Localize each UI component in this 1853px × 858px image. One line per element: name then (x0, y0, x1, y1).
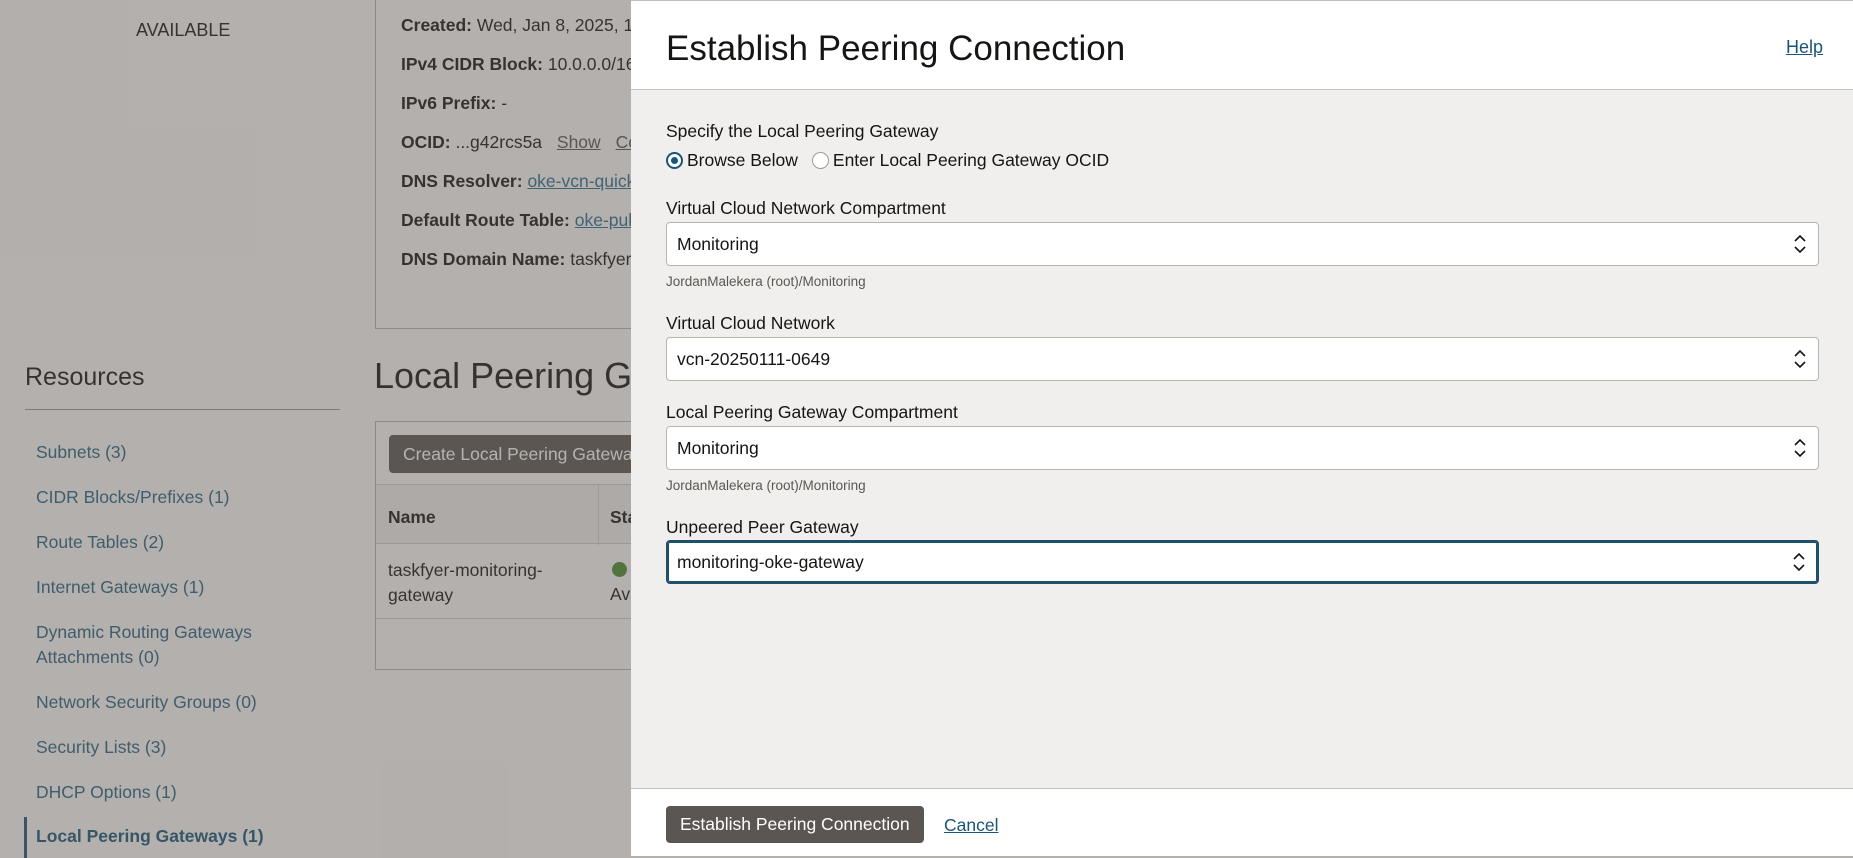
vcn-compartment-label: Virtual Cloud Network Compartment (666, 198, 946, 218)
unpeered-gateway-select[interactable]: monitoring-oke-gateway (666, 540, 1819, 584)
lpg-compartment-select[interactable]: Monitoring (666, 426, 1819, 470)
panel-title: Establish Peering Connection (666, 29, 1126, 68)
specify-lpg-radio-group: Browse Below Enter Local Peering Gateway… (666, 149, 1123, 171)
vcn-select[interactable]: vcn-20250111-0649 (666, 337, 1819, 381)
panel-footer: Establish Peering Connection Cancel (631, 788, 1853, 856)
radio-enter-ocid[interactable]: Enter Local Peering Gateway OCID (811, 150, 1109, 171)
radio-selected-icon (666, 151, 683, 169)
chevron-updown-icon (1794, 438, 1806, 458)
vcn-label: Virtual Cloud Network (666, 313, 835, 333)
help-link[interactable]: Help (1786, 37, 1823, 58)
specify-lpg-label: Specify the Local Peering Gateway (666, 121, 939, 141)
panel-header: Establish Peering Connection Help (631, 1, 1853, 90)
lpg-compartment-label: Local Peering Gateway Compartment (666, 402, 958, 422)
radio-browse-below[interactable]: Browse Below (666, 150, 798, 171)
vcn-compartment-path: JordanMalekera (root)/Monitoring (666, 274, 866, 289)
establish-peering-button[interactable]: Establish Peering Connection (666, 806, 924, 843)
establish-peering-panel: Establish Peering Connection Help Specif… (631, 0, 1853, 856)
chevron-updown-icon (1793, 552, 1805, 572)
vcn-compartment-select[interactable]: Monitoring (666, 222, 1819, 266)
chevron-updown-icon (1794, 349, 1806, 369)
lpg-compartment-path: JordanMalekera (root)/Monitoring (666, 478, 866, 493)
cancel-link[interactable]: Cancel (944, 815, 998, 836)
chevron-updown-icon (1794, 234, 1806, 254)
unpeered-gateway-label: Unpeered Peer Gateway (666, 517, 859, 537)
radio-unselected-icon (811, 151, 829, 169)
